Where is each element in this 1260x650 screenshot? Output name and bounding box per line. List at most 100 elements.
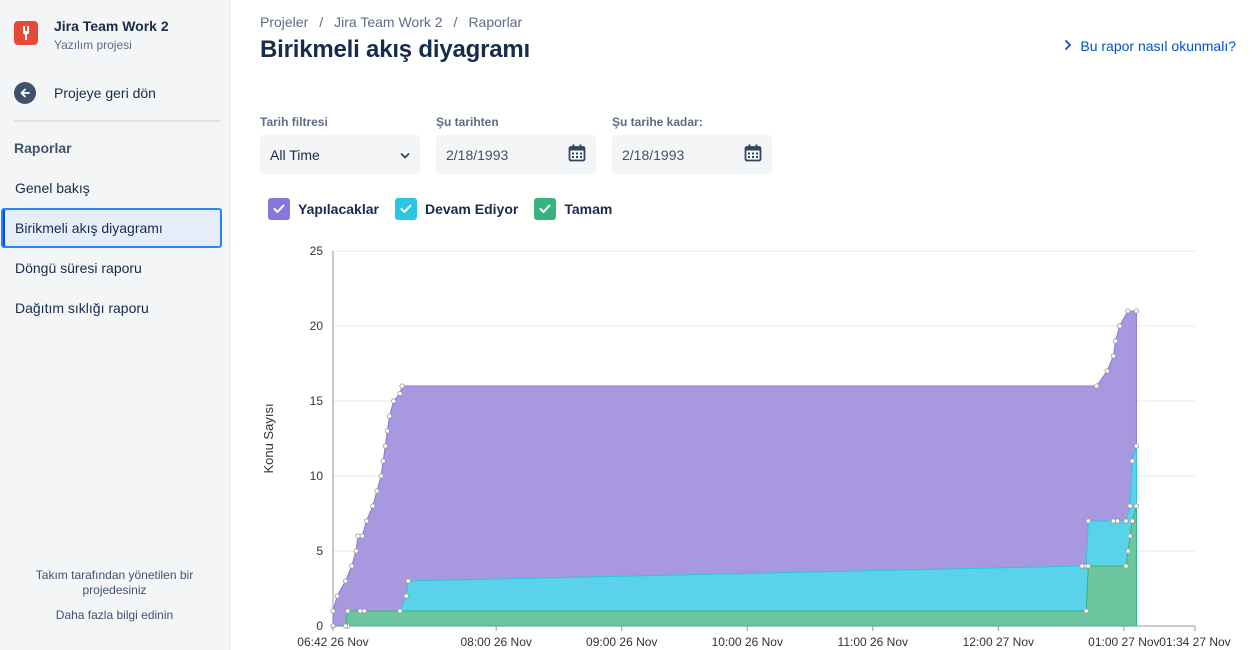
date-filter-label: Tarih filtresi xyxy=(260,115,328,129)
data-point xyxy=(370,503,376,509)
data-point xyxy=(1094,383,1100,389)
sidebar: Jira Team Work 2 Yazılım projesi Projeye… xyxy=(0,0,230,650)
data-point xyxy=(397,608,403,614)
chevron-right-icon xyxy=(1064,39,1072,53)
back-to-project-link[interactable]: Projeye geri dön xyxy=(14,82,156,104)
data-point xyxy=(334,593,340,599)
data-point xyxy=(382,443,388,449)
chart-legend: Yapılacaklar Devam Ediyor Tamam xyxy=(268,198,628,220)
data-point xyxy=(353,548,359,554)
y-axis-label: Konu Sayısı xyxy=(261,403,276,473)
data-point xyxy=(1104,368,1110,374)
learn-more-link[interactable]: Daha fazla bilgi edinin xyxy=(0,608,229,622)
data-point xyxy=(1133,308,1140,314)
legend-done[interactable]: Tamam xyxy=(534,198,612,220)
x-tick-label: 01:00 27 Nov xyxy=(1088,635,1159,649)
data-point xyxy=(342,623,349,629)
data-point xyxy=(1114,518,1121,524)
data-point xyxy=(1125,308,1131,314)
data-point xyxy=(1127,503,1133,509)
breadcrumb-project[interactable]: Jira Team Work 2 xyxy=(334,14,442,30)
data-point xyxy=(380,458,386,464)
data-point xyxy=(405,578,411,584)
page-title: Birikmeli akış diyagramı xyxy=(260,36,531,63)
data-point xyxy=(1123,563,1129,569)
x-tick-label: 01:34 27 Nov xyxy=(1159,635,1230,649)
date-filter-select[interactable]: All Time xyxy=(260,135,420,174)
x-tick-label: 10:00 26 Nov xyxy=(712,635,783,649)
data-point xyxy=(1110,518,1117,524)
to-date-value: 2/18/1993 xyxy=(622,146,685,163)
date-filter: Tarih filtresi All Time xyxy=(260,115,420,174)
reports-nav: Genel bakış Birikmeli akış diyagramı Dön… xyxy=(0,168,229,328)
data-point xyxy=(384,428,390,434)
data-point xyxy=(1123,518,1129,524)
data-point xyxy=(363,518,370,524)
team-managed-note: Takım tarafından yönetilen bir projedesi… xyxy=(35,568,194,597)
data-point xyxy=(330,608,336,614)
calendar-icon[interactable] xyxy=(744,144,762,165)
legend-label: Tamam xyxy=(564,201,613,217)
data-point xyxy=(355,533,361,539)
calendar-icon[interactable] xyxy=(568,144,586,165)
x-tick-label: 06:42 26 Nov xyxy=(297,635,368,649)
project-name: Jira Team Work 2 xyxy=(54,18,169,34)
sidebar-item-cycle-time[interactable]: Döngü süresi raporu xyxy=(0,248,229,288)
data-point xyxy=(1127,533,1133,539)
filters: Tarih filtresi All Time Şu tarihten 2/18… xyxy=(260,115,788,174)
y-tick-label: 0 xyxy=(316,619,323,633)
legend-in-progress[interactable]: Devam Ediyor xyxy=(394,198,518,220)
legend-todo[interactable]: Yapılacaklar xyxy=(268,198,379,220)
y-tick-label: 20 xyxy=(310,319,324,333)
y-tick-label: 10 xyxy=(310,469,324,483)
data-point xyxy=(399,383,405,389)
to-date-filter: Şu tarihe kadar: 2/18/1993 xyxy=(612,115,772,174)
breadcrumb-separator: / xyxy=(319,14,324,30)
arrow-left-icon xyxy=(14,82,36,104)
to-date-field[interactable]: 2/18/1993 xyxy=(612,135,772,174)
checkbox-in-progress[interactable] xyxy=(394,198,417,220)
y-tick-label: 25 xyxy=(310,244,324,258)
data-point xyxy=(386,413,393,419)
data-point xyxy=(403,593,409,599)
how-to-read-label: Bu rapor nasıl okunmalı? xyxy=(1080,38,1236,54)
from-date-field[interactable]: 2/18/1993 xyxy=(436,135,596,174)
data-point xyxy=(1079,563,1085,569)
breadcrumb-projects[interactable]: Projeler xyxy=(260,14,308,30)
breadcrumb: Projeler / Jira Team Work 2 / Raporlar xyxy=(260,14,522,30)
data-point xyxy=(342,578,349,584)
data-point xyxy=(357,608,363,614)
sidebar-footer: Takım tarafından yönetilen bir projedesi… xyxy=(0,568,229,622)
x-tick-label: 09:00 26 Nov xyxy=(586,635,657,649)
chevron-down-icon xyxy=(400,147,410,163)
data-point xyxy=(1110,353,1117,359)
data-point xyxy=(349,563,355,569)
sidebar-section-title: Raporlar xyxy=(14,140,72,156)
cumulative-flow-chart: 0 5 10 15 20 25 Konu Sayısı 06:42 26 Nov 08:00 2… xyxy=(261,244,1231,649)
how-to-read-link[interactable]: Bu rapor nasıl okunmalı? xyxy=(1064,38,1236,54)
project-logo-icon xyxy=(14,21,38,45)
checkbox-todo[interactable] xyxy=(268,198,290,220)
sidebar-item-cumulative-flow[interactable]: Birikmeli akış diyagramı xyxy=(1,208,222,248)
data-point xyxy=(1133,443,1140,449)
data-point xyxy=(1125,548,1131,554)
to-date-label: Şu tarihe kadar: xyxy=(612,115,703,129)
x-tick-label: 12:00 27 Nov xyxy=(963,635,1034,649)
sidebar-divider xyxy=(14,120,220,122)
sidebar-item-deployment-frequency[interactable]: Dağıtım sıklığı raporu xyxy=(0,288,229,328)
data-point xyxy=(1112,338,1119,344)
breadcrumb-reports[interactable]: Raporlar xyxy=(468,14,522,30)
data-point xyxy=(378,473,384,479)
data-point xyxy=(397,390,403,397)
data-point xyxy=(1117,323,1123,329)
checkbox-done[interactable] xyxy=(534,198,557,220)
y-tick-label: 15 xyxy=(310,394,324,408)
data-point xyxy=(374,488,380,494)
data-point xyxy=(1085,563,1091,569)
sidebar-item-overview[interactable]: Genel bakış xyxy=(0,168,229,208)
back-label: Projeye geri dön xyxy=(54,85,156,101)
legend-label: Yapılacaklar xyxy=(298,201,379,217)
project-type: Yazılım projesi xyxy=(54,38,132,52)
x-tick-label: 11:00 26 Nov xyxy=(838,635,909,649)
project-header[interactable]: Jira Team Work 2 Yazılım projesi xyxy=(14,18,169,52)
